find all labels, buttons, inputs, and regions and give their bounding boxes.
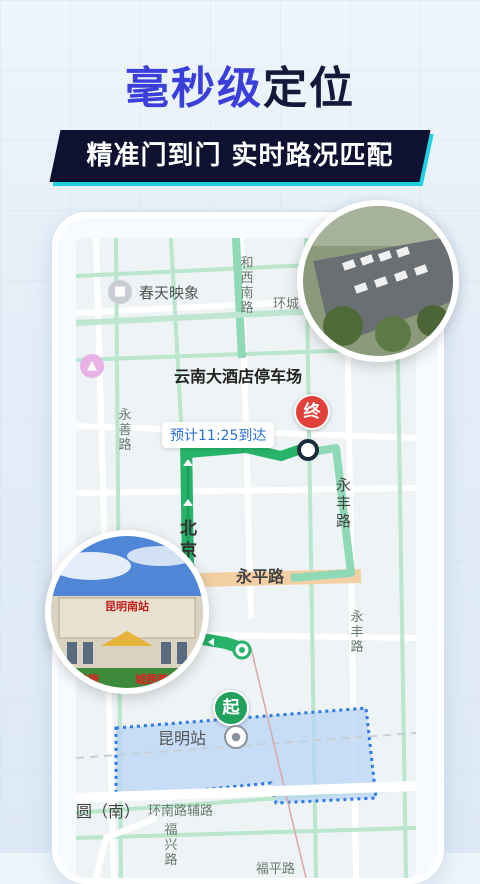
station-slogan-right: 城朗美施 — [135, 673, 179, 686]
station-label[interactable]: 昆明站 — [158, 725, 206, 749]
shopping-bag-icon[interactable]: ▲ — [80, 354, 104, 378]
lock-icon: ■ — [108, 280, 132, 304]
station-slogan-left: 城朗美施 — [55, 673, 99, 686]
parking-photo-bubble — [297, 200, 459, 362]
road-label-yong-shan: 永善路 — [118, 408, 132, 453]
road-label-huan-nan-fu: 环南路辅路 — [148, 804, 214, 819]
road-label-fu-ping: 福平路 — [256, 862, 296, 877]
road-label-hexi-south: 和西南路 — [240, 256, 254, 316]
road-label-huan-cheng: 环城 — [273, 297, 300, 312]
station-photo-bubble: 昆明南站 城朗美施 城朗美施 — [45, 530, 209, 694]
eta-label: 预计11:25到达 — [162, 422, 275, 448]
road-label-yong-feng: 永丰路 — [336, 476, 352, 530]
poi-top-label[interactable]: 春天映象 — [139, 282, 199, 303]
end-pin[interactable]: 终 — [294, 394, 330, 430]
road-label-yong-feng-2: 永丰路 — [350, 610, 364, 655]
station-sign: 昆明南站 — [105, 600, 149, 613]
headline: 毫秒级定位 — [0, 52, 480, 116]
parking-photo — [303, 206, 453, 356]
road-label-bottom-partial: 圆（南） — [76, 802, 141, 821]
headline-main: 定位 — [263, 63, 355, 114]
banner-text: 精准门到门 实时路况匹配 — [86, 141, 394, 171]
destination-name[interactable]: 云南大酒店停车场 — [174, 366, 304, 388]
headline-accent: 毫秒级 — [125, 63, 263, 114]
train-icon: ● — [224, 725, 248, 749]
start-pin[interactable]: 起 — [213, 690, 249, 726]
road-label-yong-ping: 永平路 — [236, 567, 285, 586]
road-label-fu-xing: 福兴路 — [164, 823, 178, 868]
